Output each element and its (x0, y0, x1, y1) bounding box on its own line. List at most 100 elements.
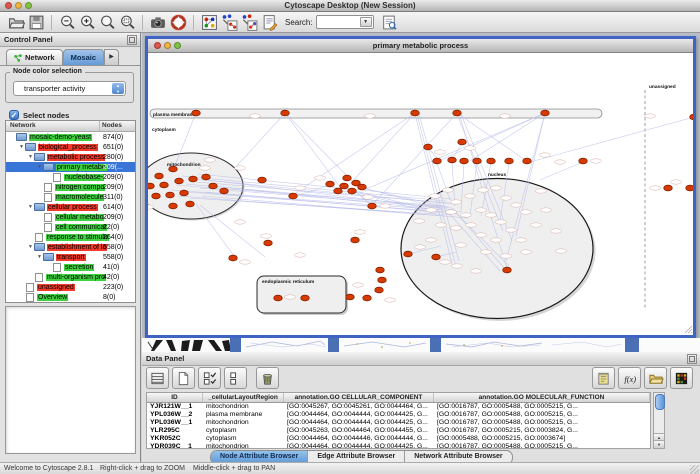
network-node[interactable] (258, 177, 267, 183)
network-node[interactable] (169, 166, 178, 172)
network-node[interactable] (264, 240, 273, 246)
network-node[interactable] (424, 144, 433, 150)
delete-attribute-icon[interactable] (256, 367, 279, 389)
network-node[interactable] (487, 158, 496, 164)
table-column-header[interactable]: annotation.GO CELLULAR_COMPONENT (284, 393, 434, 402)
network-node[interactable] (473, 158, 482, 164)
select-all-attributes-icon[interactable] (198, 367, 221, 389)
tab-network[interactable]: Network (6, 49, 63, 65)
zoom-selected-region-icon[interactable] (117, 13, 137, 32)
tree-row[interactable]: cell communicat22(0) (6, 222, 135, 232)
network-node[interactable] (505, 158, 514, 164)
network-node[interactable] (453, 110, 462, 116)
table-scrollbar[interactable]: ▲ ▼ (653, 392, 665, 449)
tab-overflow-button[interactable]: ▶ (104, 49, 119, 65)
table-row[interactable]: YPL036W__1mitochondrion[GO:0044464, GO:0… (147, 419, 650, 427)
network-node[interactable] (301, 295, 310, 301)
expand-icon[interactable]: ▼ (27, 154, 34, 160)
network-node[interactable] (523, 158, 532, 164)
network-node[interactable] (289, 193, 298, 199)
table-row[interactable]: YLR295Ccytoplasm[GO:0045263, GO:0044464,… (147, 427, 650, 435)
tree-row[interactable]: cellular metabo209(0) (6, 212, 135, 222)
layout-edges-icon[interactable] (239, 13, 259, 32)
network-node[interactable] (433, 158, 442, 164)
search-dropdown-icon[interactable]: ▼ (360, 17, 372, 27)
attribute-table[interactable]: ID_cellularLayoutRegionannotation.GO CEL… (146, 392, 651, 449)
network-node[interactable] (148, 183, 154, 189)
import-attributes-icon[interactable] (644, 367, 667, 389)
network-node[interactable] (180, 190, 189, 196)
tree-row[interactable]: ▼establishment of lo558(0) (6, 242, 135, 252)
tree-row[interactable]: nitrogen compo209(0) (6, 182, 135, 192)
tree-row[interactable]: ▼cellular process614(0) (6, 202, 135, 212)
window-resize-grip[interactable] (690, 465, 699, 474)
frame-minimize-icon[interactable] (164, 42, 171, 49)
combo-stepper-icon[interactable]: ▲▼ (112, 83, 124, 94)
frame-zoom-icon[interactable] (174, 42, 181, 49)
tree-row[interactable]: unassigned223(0) (6, 282, 135, 292)
attribute-editor-icon[interactable] (592, 367, 615, 389)
network-node[interactable] (460, 158, 469, 164)
float-panel-icon[interactable] (127, 35, 137, 45)
float-data-panel-icon[interactable] (687, 354, 697, 364)
network-node[interactable] (458, 139, 467, 145)
zoom-in-icon[interactable] (77, 13, 97, 32)
network-node[interactable] (155, 173, 164, 179)
snapshot-icon[interactable] (148, 13, 168, 32)
network-node[interactable] (686, 185, 693, 191)
select-nodes-checkbox[interactable]: ✓ (9, 110, 19, 120)
network-node[interactable] (189, 176, 198, 182)
birdseye-view[interactable] (5, 306, 136, 454)
tree-row[interactable]: macromolecule311(0) (6, 192, 135, 202)
tree-row[interactable]: multi-organism pro42(0) (6, 272, 135, 282)
network-view-icon[interactable] (199, 13, 219, 32)
tree-row[interactable]: mosaic-demo-yeast874(0) (6, 132, 135, 142)
network-node[interactable] (690, 114, 693, 120)
network-node[interactable] (541, 110, 550, 116)
network-node[interactable] (175, 178, 184, 184)
network-node[interactable] (281, 110, 290, 116)
node-color-attribute-select[interactable]: transporter activity ▲▼ (13, 81, 126, 96)
zoom-fit-icon[interactable] (97, 13, 117, 32)
expand-icon[interactable]: ▼ (18, 144, 25, 150)
open-session-icon[interactable] (6, 13, 26, 32)
table-row[interactable]: YKR052Ccytoplasm[GO:0044464, GO:0044446,… (147, 435, 650, 443)
network-node[interactable] (664, 185, 673, 191)
function-builder-icon[interactable]: f(x) (618, 367, 641, 389)
network-node[interactable] (326, 181, 335, 187)
frame-close-icon[interactable] (154, 42, 161, 49)
zoom-out-icon[interactable] (57, 13, 77, 32)
search-input[interactable]: ▼ (316, 15, 374, 29)
scroll-down-icon[interactable]: ▼ (654, 440, 664, 448)
expand-icon[interactable]: ▼ (36, 164, 43, 170)
tree-row[interactable]: ▼primary metabo209(... (6, 162, 135, 172)
tree-row[interactable]: ▼metabolic process280(0) (6, 152, 135, 162)
network-node[interactable] (378, 277, 387, 283)
select-attributes-icon[interactable] (146, 367, 169, 389)
matrix-view-icon[interactable] (670, 367, 693, 389)
layout-nodes-icon[interactable] (219, 13, 239, 32)
network-node[interactable] (343, 175, 352, 181)
network-node[interactable] (348, 188, 357, 194)
tree-row[interactable]: ▼transport558(0) (6, 252, 135, 262)
tree-row[interactable]: ▼biological_process651(0) (6, 142, 135, 152)
tree-row[interactable]: response to stimulu264(0) (6, 232, 135, 242)
table-row[interactable]: YPL036W__2plasma membrane[GO:0044464, GO… (147, 411, 650, 419)
network-node[interactable] (169, 203, 178, 209)
network-node[interactable] (358, 184, 367, 190)
help-icon[interactable] (168, 13, 188, 32)
table-column-header[interactable]: ID (147, 393, 203, 402)
network-node[interactable] (220, 188, 229, 194)
network-node[interactable] (376, 267, 385, 273)
network-node[interactable] (503, 267, 512, 273)
annotation-icon[interactable] (259, 13, 279, 32)
network-node[interactable] (166, 192, 175, 198)
network-canvas[interactable]: plasma membranecytoplasmmitochondrionnuc… (148, 53, 693, 335)
network-node[interactable] (351, 237, 360, 243)
network-node[interactable] (160, 182, 169, 188)
background-windows-strip[interactable] (142, 338, 700, 352)
canvas-resize-grip[interactable] (685, 326, 692, 333)
expand-icon[interactable]: ▼ (27, 204, 34, 210)
tree-row[interactable]: nucleobase-209(0) (6, 172, 135, 182)
network-node[interactable] (404, 251, 413, 257)
